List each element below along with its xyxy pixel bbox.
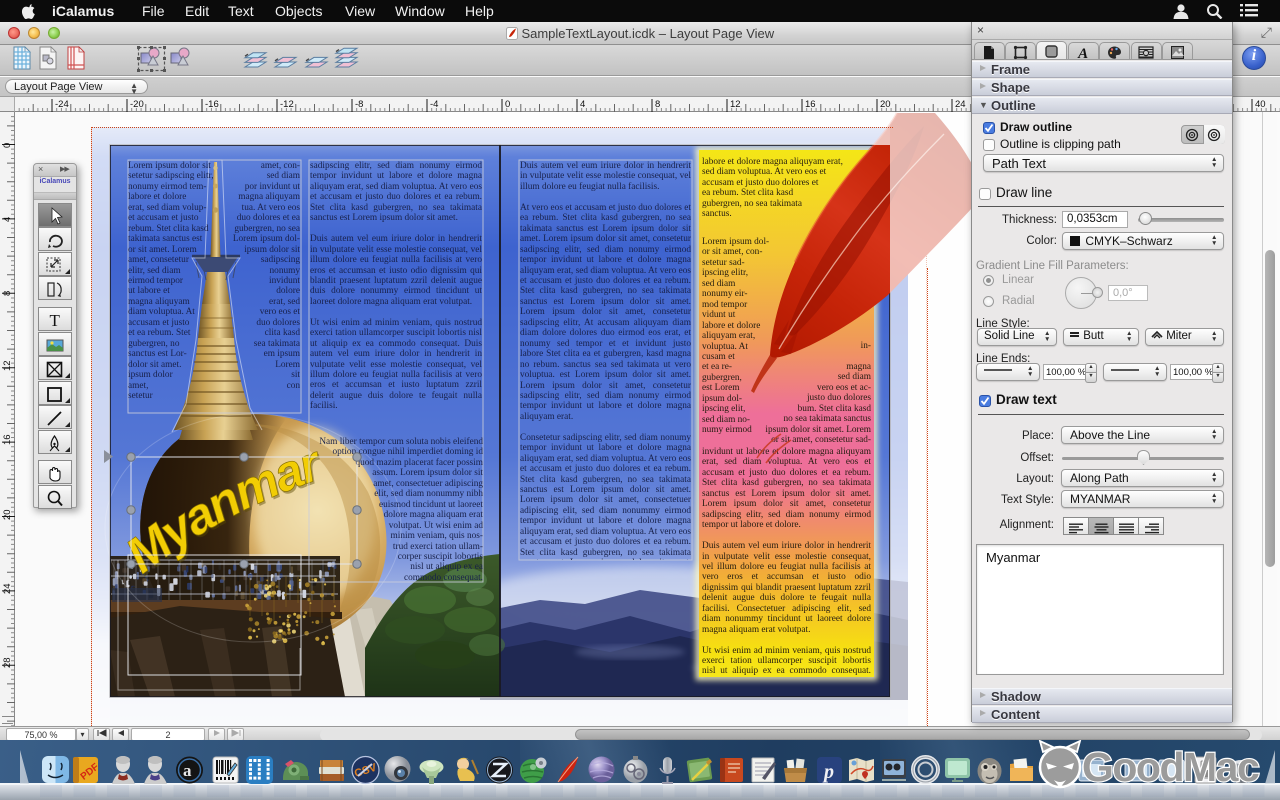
- svg-text:16: 16: [2, 434, 13, 445]
- svg-text:GoodMac: GoodMac: [1082, 744, 1259, 790]
- svg-text:4: 4: [580, 99, 585, 110]
- svg-text:-16: -16: [205, 99, 219, 110]
- svg-text:p: p: [822, 761, 834, 783]
- svg-text:-8: -8: [355, 99, 363, 110]
- svg-text:-4: -4: [430, 99, 438, 110]
- svg-text:12: 12: [730, 99, 741, 110]
- svg-text:a: a: [183, 761, 192, 780]
- svg-text:12: 12: [2, 360, 13, 371]
- svg-text:T: T: [50, 311, 61, 330]
- svg-text:40: 40: [1255, 99, 1266, 110]
- svg-text:0: 0: [505, 99, 510, 110]
- svg-text:0: 0: [2, 143, 13, 148]
- svg-text:4: 4: [2, 217, 13, 222]
- svg-text:8: 8: [2, 291, 13, 296]
- svg-text:20: 20: [2, 509, 13, 520]
- svg-text:-20: -20: [130, 99, 144, 110]
- svg-text:-12: -12: [280, 99, 294, 110]
- svg-text:24: 24: [955, 99, 966, 110]
- svg-text:16: 16: [805, 99, 816, 110]
- svg-text:24: 24: [2, 583, 13, 594]
- svg-text:28: 28: [2, 657, 13, 668]
- svg-text:20: 20: [880, 99, 891, 110]
- svg-text:8: 8: [655, 99, 660, 110]
- svg-text:-24: -24: [55, 99, 69, 110]
